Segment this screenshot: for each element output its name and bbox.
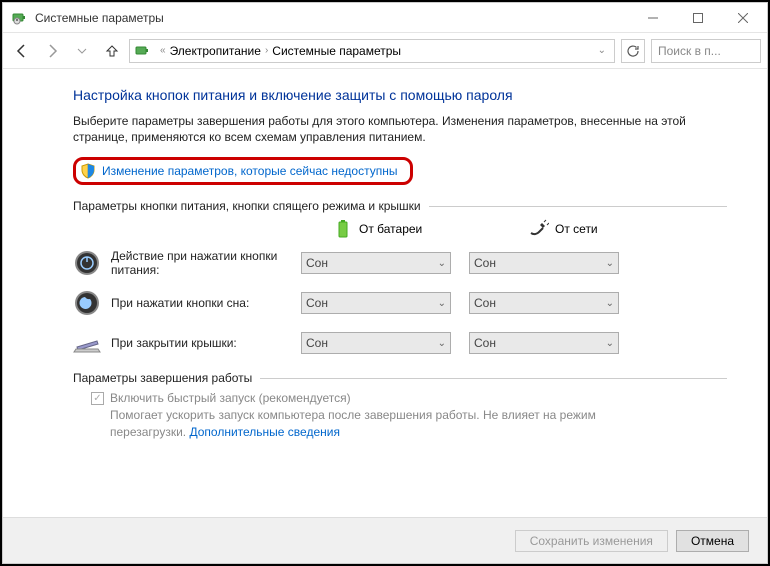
row-lid-close: При закрытии крышки: Сон⌄ Сон⌄ bbox=[73, 325, 727, 361]
highlight-box: Изменение параметров, которые сейчас нед… bbox=[73, 157, 413, 185]
row-label: При нажатии кнопки сна: bbox=[111, 296, 301, 310]
power-options-icon bbox=[11, 10, 27, 26]
chevron-down-icon: ⌄ bbox=[606, 298, 614, 309]
plug-icon bbox=[529, 219, 549, 239]
page-title: Настройка кнопок питания и включение защ… bbox=[73, 87, 727, 103]
chevron-right-icon: « bbox=[160, 45, 166, 56]
breadcrumb-item[interactable]: Системные параметры bbox=[272, 44, 401, 58]
up-button[interactable] bbox=[99, 38, 125, 64]
power-button-battery-select[interactable]: Сон⌄ bbox=[301, 252, 451, 274]
forward-button[interactable] bbox=[39, 38, 65, 64]
fast-startup-label: Включить быстрый запуск (рекомендуется) bbox=[110, 391, 351, 405]
breadcrumb-item[interactable]: Электропитание bbox=[170, 44, 261, 58]
fast-startup-checkbox: ✓ bbox=[91, 392, 104, 405]
sleep-button-icon bbox=[73, 289, 101, 317]
sleep-button-battery-select[interactable]: Сон⌄ bbox=[301, 292, 451, 314]
power-button-ac-select[interactable]: Сон⌄ bbox=[469, 252, 619, 274]
lid-battery-select[interactable]: Сон⌄ bbox=[301, 332, 451, 354]
power-options-icon bbox=[134, 43, 150, 59]
back-button[interactable] bbox=[9, 38, 35, 64]
lid-ac-select[interactable]: Сон⌄ bbox=[469, 332, 619, 354]
sleep-button-ac-select[interactable]: Сон⌄ bbox=[469, 292, 619, 314]
chevron-down-icon: ⌄ bbox=[606, 338, 614, 349]
row-label: При закрытии крышки: bbox=[111, 336, 301, 350]
intro-text: Выберите параметры завершения работы для… bbox=[73, 113, 693, 145]
close-button[interactable] bbox=[720, 3, 765, 32]
change-unavailable-settings-link[interactable]: Изменение параметров, которые сейчас нед… bbox=[102, 164, 398, 178]
column-header-battery: От батареи bbox=[333, 219, 483, 239]
titlebar: Системные параметры bbox=[3, 3, 767, 33]
footer: Сохранить изменения Отмена bbox=[3, 517, 767, 563]
more-info-link[interactable]: Дополнительные сведения bbox=[189, 425, 339, 439]
maximize-button[interactable] bbox=[675, 3, 720, 32]
chevron-down-icon: ⌄ bbox=[438, 258, 446, 269]
section-header: Параметры завершения работы bbox=[73, 371, 727, 385]
power-button-icon bbox=[73, 249, 101, 277]
chevron-down-icon: ⌄ bbox=[438, 338, 446, 349]
row-power-button: Действие при нажатии кнопки питания: Сон… bbox=[73, 245, 727, 281]
row-label: Действие при нажатии кнопки питания: bbox=[111, 249, 301, 278]
refresh-button[interactable] bbox=[621, 39, 645, 63]
recent-dropdown[interactable] bbox=[69, 38, 95, 64]
minimize-button[interactable] bbox=[630, 3, 675, 32]
navbar: « Электропитание › Системные параметры ⌄… bbox=[3, 33, 767, 69]
cancel-button[interactable]: Отмена bbox=[676, 530, 749, 552]
chevron-down-icon: ⌄ bbox=[438, 298, 446, 309]
section-header: Параметры кнопки питания, кнопки спящего… bbox=[73, 199, 727, 213]
laptop-lid-icon bbox=[73, 329, 101, 357]
uac-shield-icon bbox=[80, 163, 96, 179]
column-header-ac: От сети bbox=[529, 219, 679, 239]
fast-startup-desc: Помогает ускорить запуск компьютера посл… bbox=[110, 407, 670, 439]
search-input[interactable]: Поиск в п... bbox=[651, 39, 761, 63]
chevron-right-icon: › bbox=[265, 45, 268, 56]
window-title: Системные параметры bbox=[35, 11, 630, 25]
breadcrumb[interactable]: « Электропитание › Системные параметры ⌄ bbox=[129, 39, 615, 63]
battery-icon bbox=[333, 219, 353, 239]
row-sleep-button: При нажатии кнопки сна: Сон⌄ Сон⌄ bbox=[73, 285, 727, 321]
chevron-down-icon: ⌄ bbox=[606, 258, 614, 269]
chevron-down-icon[interactable]: ⌄ bbox=[598, 45, 606, 56]
save-button: Сохранить изменения bbox=[515, 530, 668, 552]
